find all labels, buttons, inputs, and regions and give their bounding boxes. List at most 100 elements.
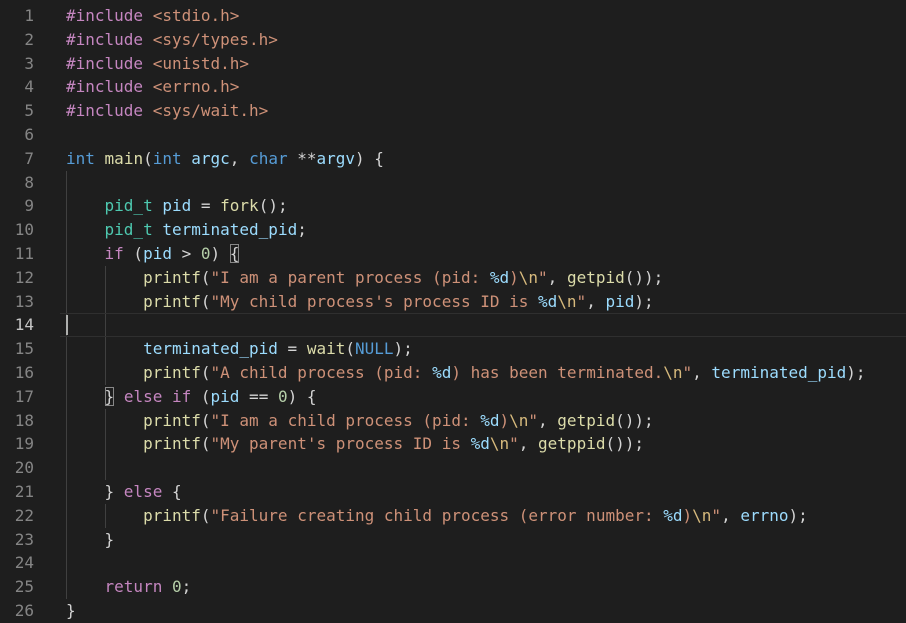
line-number: 6 bbox=[24, 125, 34, 144]
code-token: \n bbox=[518, 267, 539, 287]
code-token: } bbox=[104, 482, 124, 501]
code-token: " bbox=[576, 291, 587, 311]
code-token: ) bbox=[509, 267, 519, 287]
code-token: fork bbox=[220, 196, 259, 216]
code-token: terminated_pid bbox=[711, 363, 847, 382]
code-line[interactable]: 25 return 0; bbox=[0, 575, 906, 599]
code-token: "I am a child process (pid: bbox=[210, 410, 481, 430]
code-line[interactable]: 3 #include <unistd.h> bbox=[0, 52, 906, 76]
code-token: ) bbox=[499, 410, 510, 430]
code-line[interactable]: 1 #include <stdio.h> bbox=[0, 4, 906, 28]
code-line[interactable]: 10 pid_t terminated_pid; bbox=[0, 218, 906, 242]
code-token: " bbox=[538, 267, 548, 287]
code-token: ; bbox=[297, 220, 307, 240]
code-line[interactable]: 5 #include <sys/wait.h> bbox=[0, 99, 906, 123]
code-line[interactable]: 4 #include <errno.h> bbox=[0, 75, 906, 99]
line-number: 2 bbox=[24, 29, 34, 49]
code-line[interactable]: 26} bbox=[0, 599, 906, 623]
line-number: 4 bbox=[24, 77, 34, 97]
line-number: 13 bbox=[14, 291, 34, 311]
code-token: ( bbox=[143, 148, 153, 168]
code-token: } bbox=[66, 601, 76, 620]
code-line[interactable]: 11 if (pid > 0) { bbox=[0, 242, 906, 266]
code-token: ()); bbox=[615, 410, 654, 430]
code-token: ( bbox=[191, 386, 211, 406]
code-token: ( bbox=[123, 244, 144, 263]
code-line[interactable]: 14 bbox=[0, 313, 906, 337]
code-token: > bbox=[171, 244, 201, 263]
code-token: <errno.h> bbox=[152, 77, 240, 97]
code-token: #include bbox=[66, 77, 144, 97]
code-token: <unistd.h> bbox=[152, 53, 250, 73]
code-line[interactable]: 19 printf("My parent's process ID is %d\… bbox=[0, 432, 906, 456]
text-cursor bbox=[66, 315, 68, 336]
code-token: <sys/types.h> bbox=[152, 29, 278, 49]
line-number: 15 bbox=[14, 339, 34, 359]
code-token: \n bbox=[509, 410, 529, 430]
line-code: printf("My parent's process ID is %d\n",… bbox=[66, 432, 644, 456]
code-token: terminated_pid bbox=[162, 220, 298, 240]
code-line[interactable]: 8 bbox=[0, 171, 906, 195]
code-line[interactable]: 22 printf("Failure creating child proces… bbox=[0, 504, 906, 528]
code-line[interactable]: 18 printf("I am a child process (pid: %d… bbox=[0, 409, 906, 433]
code-token: printf bbox=[143, 363, 201, 382]
code-token: return bbox=[104, 577, 163, 597]
code-line[interactable]: 6 bbox=[0, 123, 906, 147]
code-token: , bbox=[721, 505, 741, 525]
code-line[interactable]: 16 printf("A child process (pid: %d) has… bbox=[0, 361, 906, 385]
code-token: <sys/wait.h> bbox=[152, 101, 269, 121]
code-line[interactable]: 13 printf("My child process's process ID… bbox=[0, 290, 906, 314]
code-token: %d bbox=[663, 505, 683, 525]
line-number: 26 bbox=[14, 601, 34, 620]
code-line[interactable]: 9 pid_t pid = fork(); bbox=[0, 194, 906, 218]
line-code: pid_t pid = fork(); bbox=[66, 194, 288, 218]
code-token: } bbox=[104, 386, 115, 406]
code-token: printf bbox=[143, 505, 201, 525]
code-token: <stdio.h> bbox=[152, 6, 240, 25]
code-token: pid_t bbox=[104, 196, 153, 216]
code-token: 0 bbox=[171, 577, 182, 597]
code-token: ) { bbox=[355, 148, 384, 168]
code-token: else bbox=[123, 386, 163, 406]
code-token: getpid bbox=[566, 267, 625, 287]
code-token: ( bbox=[200, 410, 211, 430]
code-line[interactable]: 12 printf("I am a parent process (pid: %… bbox=[0, 266, 906, 290]
line-code: #include <sys/wait.h> bbox=[66, 99, 268, 123]
code-token: " bbox=[682, 363, 693, 382]
code-token: else bbox=[123, 482, 163, 501]
code-line[interactable]: 20 bbox=[0, 456, 906, 480]
code-token: ) { bbox=[287, 386, 317, 406]
code-line[interactable]: 23 } bbox=[0, 528, 906, 552]
line-code: terminated_pid = wait(NULL); bbox=[66, 337, 413, 361]
line-code: } bbox=[66, 599, 76, 623]
code-token: #include bbox=[66, 29, 144, 49]
line-code: printf("My child process's process ID is… bbox=[66, 290, 654, 314]
code-line[interactable]: 17 } else if (pid == 0) { bbox=[0, 385, 906, 409]
code-token: printf bbox=[143, 291, 201, 311]
code-line[interactable]: 24 bbox=[0, 551, 906, 575]
code-token: "My parent's process ID is bbox=[210, 434, 471, 454]
code-token: argc bbox=[191, 148, 230, 168]
code-editor[interactable]: 1 #include <stdio.h> 2 #include <sys/types.… bbox=[0, 0, 906, 620]
code-line[interactable]: 21 } else { bbox=[0, 480, 906, 504]
code-token: ) has been terminated. bbox=[451, 363, 664, 382]
line-number: 10 bbox=[14, 220, 34, 240]
code-line[interactable]: 2 #include <sys/types.h> bbox=[0, 28, 906, 52]
code-token: ( bbox=[200, 363, 211, 382]
code-line[interactable]: 7 int main(int argc, char **argv) { bbox=[0, 147, 906, 171]
code-line[interactable]: 15 terminated_pid = wait(NULL); bbox=[0, 337, 906, 361]
line-number: 16 bbox=[14, 363, 34, 382]
code-token: pid bbox=[605, 291, 635, 311]
code-token: if bbox=[104, 244, 124, 263]
